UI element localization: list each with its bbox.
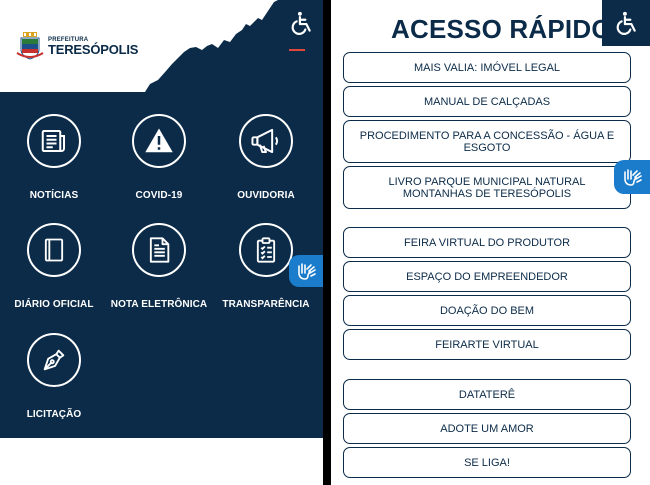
tile-label: NOTA ELETRÔNICA bbox=[110, 299, 208, 310]
wheelchair-icon bbox=[616, 11, 636, 35]
tile-covid[interactable]: COVID-19 bbox=[105, 114, 213, 201]
tile-label: LICITAÇÃO bbox=[26, 409, 82, 420]
tile-label: TRANSPARÊNCIA bbox=[222, 299, 310, 310]
tile-ouvidoria[interactable]: OUVIDORIA bbox=[212, 114, 320, 201]
tile-label: NOTÍCIAS bbox=[29, 190, 79, 201]
tile-label: DIÁRIO OFICIAL bbox=[14, 299, 94, 310]
clipboard-icon bbox=[256, 237, 276, 263]
quick-access-panel: ACESSO RÁPIDO MAIS VALIA: IMÓVEL LEGAL M… bbox=[331, 0, 650, 485]
newspaper-icon bbox=[41, 130, 65, 152]
sign-language-hands-icon bbox=[298, 263, 316, 280]
quick-link-feirarte[interactable]: FEIRARTE VIRTUAL bbox=[343, 329, 631, 360]
mobile-home-screen: PREFEITURA TERESÓPOLIS NOTÍCIAS COVID-19… bbox=[0, 0, 323, 485]
quick-link-mais-valia[interactable]: MAIS VALIA: IMÓVEL LEGAL bbox=[343, 52, 631, 83]
tile-diario-oficial[interactable]: DIÁRIO OFICIAL bbox=[0, 223, 108, 310]
screenshot-divider bbox=[323, 0, 331, 485]
vlibras-widget-button[interactable] bbox=[289, 255, 323, 287]
coat-of-arms-icon bbox=[16, 32, 44, 60]
quick-access-title: ACESSO RÁPIDO bbox=[391, 14, 612, 44]
accessibility-underline bbox=[289, 49, 305, 51]
quick-link-livro-parque[interactable]: LIVRO PARQUE MUNICIPAL NATURAL MONTANHAS… bbox=[343, 166, 631, 209]
sign-language-hands-icon bbox=[624, 169, 642, 186]
services-grid: NOTÍCIAS COVID-19 OUVIDORIA DIÁRIO OFICI… bbox=[0, 92, 323, 438]
quick-link-doacao[interactable]: DOAÇÃO DO BEM bbox=[343, 295, 631, 326]
quick-link-se-liga[interactable]: SE LIGA! bbox=[343, 447, 631, 478]
document-icon bbox=[149, 237, 170, 263]
site-header: PREFEITURA TERESÓPOLIS bbox=[0, 0, 323, 92]
quick-link-concessao-agua[interactable]: PROCEDIMENTO PARA A CONCESSÃO - ÁGUA E E… bbox=[343, 120, 631, 163]
accessibility-button[interactable] bbox=[284, 6, 318, 40]
tile-label: OUVIDORIA bbox=[237, 190, 295, 201]
tile-noticias[interactable]: NOTÍCIAS bbox=[0, 114, 108, 201]
quick-link-adote-amor[interactable]: ADOTE UM AMOR bbox=[343, 413, 631, 444]
wheelchair-icon bbox=[291, 11, 311, 35]
warning-icon bbox=[145, 128, 173, 153]
prefeitura-logo[interactable]: PREFEITURA TERESÓPOLIS bbox=[16, 31, 138, 61]
quick-link-manual-calcadas[interactable]: MANUAL DE CALÇADAS bbox=[343, 86, 631, 117]
quick-link-empreendedor[interactable]: ESPAÇO DO EMPREENDEDOR bbox=[343, 261, 631, 292]
logo-line2: TERESÓPOLIS bbox=[48, 41, 139, 57]
quick-link-datatere[interactable]: DATATERÊ bbox=[343, 379, 631, 410]
quick-link-feira-virtual[interactable]: FEIRA VIRTUAL DO PRODUTOR bbox=[343, 227, 631, 258]
pen-nib-icon bbox=[43, 349, 65, 371]
vlibras-widget-button[interactable] bbox=[614, 160, 650, 194]
tile-nota-eletronica[interactable]: NOTA ELETRÔNICA bbox=[105, 223, 213, 310]
tile-licitacao[interactable]: LICITAÇÃO bbox=[0, 333, 108, 420]
megaphone-icon bbox=[251, 128, 279, 154]
book-icon bbox=[44, 238, 64, 262]
accessibility-button[interactable] bbox=[602, 0, 650, 46]
tile-label: COVID-19 bbox=[135, 190, 183, 201]
